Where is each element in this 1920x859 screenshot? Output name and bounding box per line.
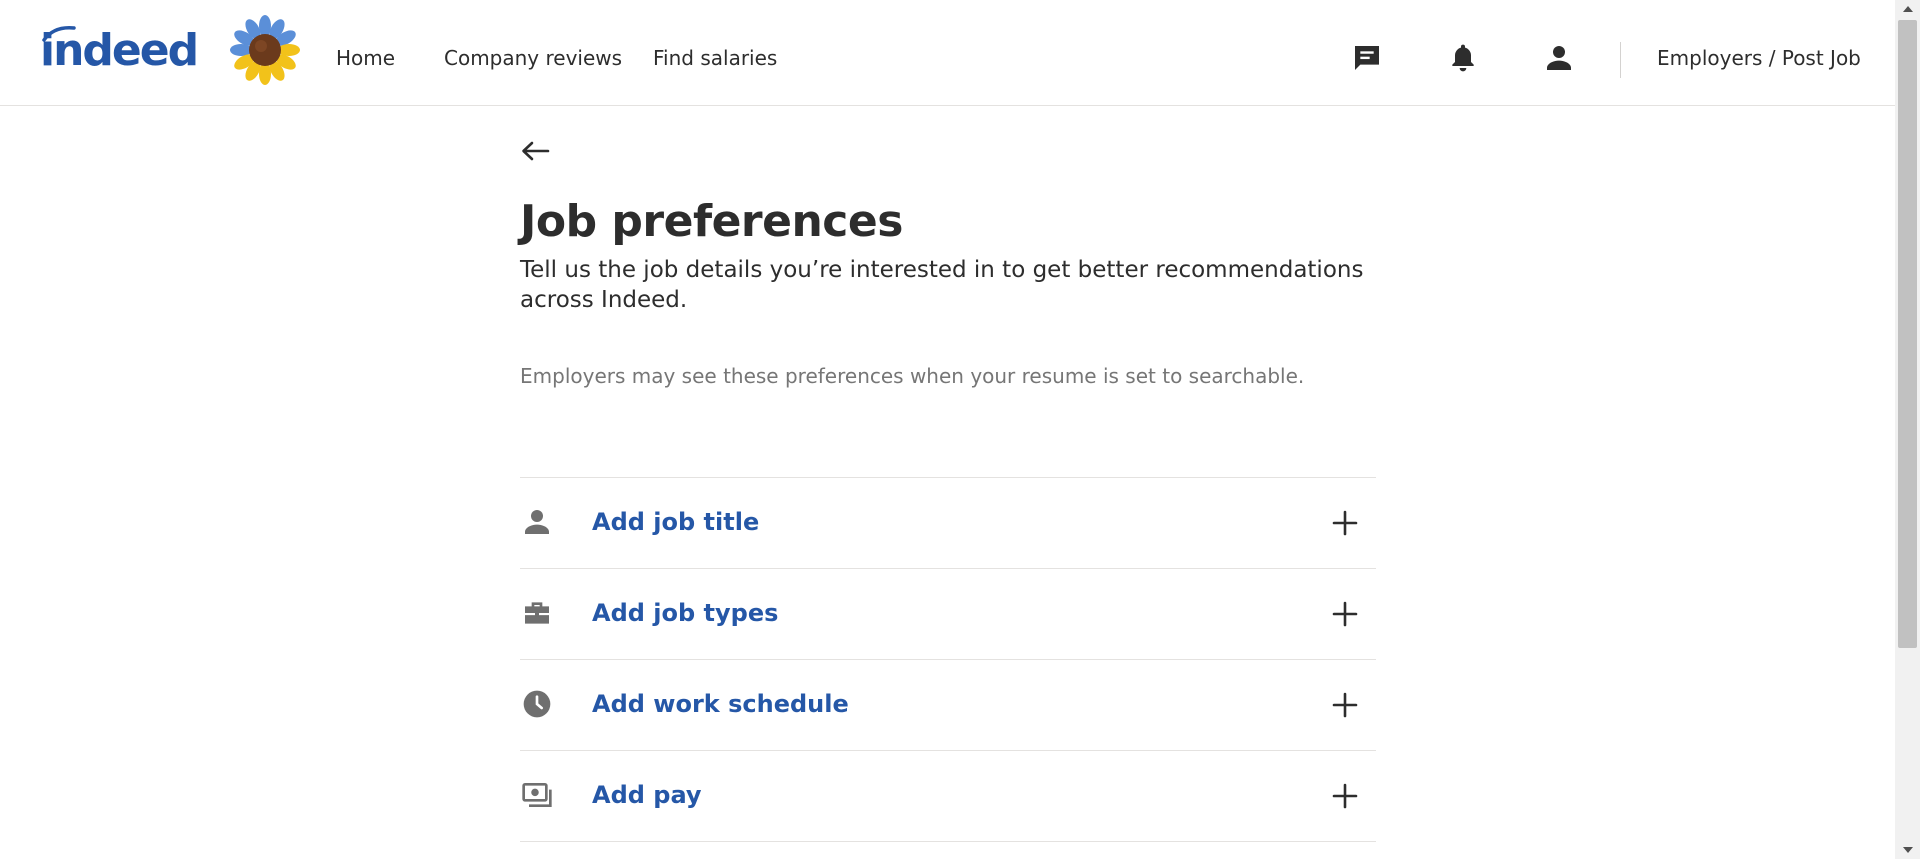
sunflower-icon <box>230 15 300 85</box>
plus-icon[interactable] <box>1330 690 1360 720</box>
back-arrow-icon[interactable] <box>516 134 554 168</box>
money-icon <box>520 778 554 812</box>
add-job-types-label[interactable]: Add job types <box>592 599 778 627</box>
scroll-up-icon[interactable] <box>1895 0 1920 18</box>
add-pay-label[interactable]: Add pay <box>592 781 702 809</box>
account-person-icon[interactable] <box>1541 40 1577 76</box>
add-work-schedule-row[interactable]: Add work schedule <box>520 660 1376 751</box>
header-divider <box>1620 42 1621 78</box>
add-pay-row[interactable]: Add pay <box>520 751 1376 842</box>
nav-company-reviews[interactable]: Company reviews <box>444 46 622 70</box>
page-scrollbar[interactable] <box>1895 0 1920 859</box>
scrollbar-thumb[interactable] <box>1898 20 1917 648</box>
person-icon <box>520 505 554 539</box>
clock-icon <box>520 687 554 721</box>
visibility-note: Employers may see these preferences when… <box>520 364 1305 388</box>
add-job-title-label[interactable]: Add job title <box>592 508 759 536</box>
add-work-schedule-label[interactable]: Add work schedule <box>592 690 849 718</box>
plus-icon[interactable] <box>1330 599 1360 629</box>
preferences-list: Add job title Add job types Add work sch… <box>520 477 1376 842</box>
page-subtitle: Tell us the job details you’re intereste… <box>520 257 1364 313</box>
messages-icon[interactable] <box>1349 40 1385 76</box>
logo-arc-icon <box>42 26 76 42</box>
top-header: indeed Home Company reviews Find salarie… <box>0 0 1895 106</box>
notifications-bell-icon[interactable] <box>1445 40 1481 76</box>
nav-find-salaries[interactable]: Find salaries <box>653 46 777 70</box>
page-title: Job preferences <box>520 196 903 247</box>
scroll-down-icon[interactable] <box>1895 841 1920 859</box>
plus-icon[interactable] <box>1330 781 1360 811</box>
add-job-title-row[interactable]: Add job title <box>520 478 1376 569</box>
plus-icon[interactable] <box>1330 508 1360 538</box>
add-job-types-row[interactable]: Add job types <box>520 569 1376 660</box>
employers-post-job-link[interactable]: Employers / Post Job <box>1657 46 1861 70</box>
nav-home[interactable]: Home <box>336 46 395 70</box>
briefcase-icon <box>520 596 554 630</box>
